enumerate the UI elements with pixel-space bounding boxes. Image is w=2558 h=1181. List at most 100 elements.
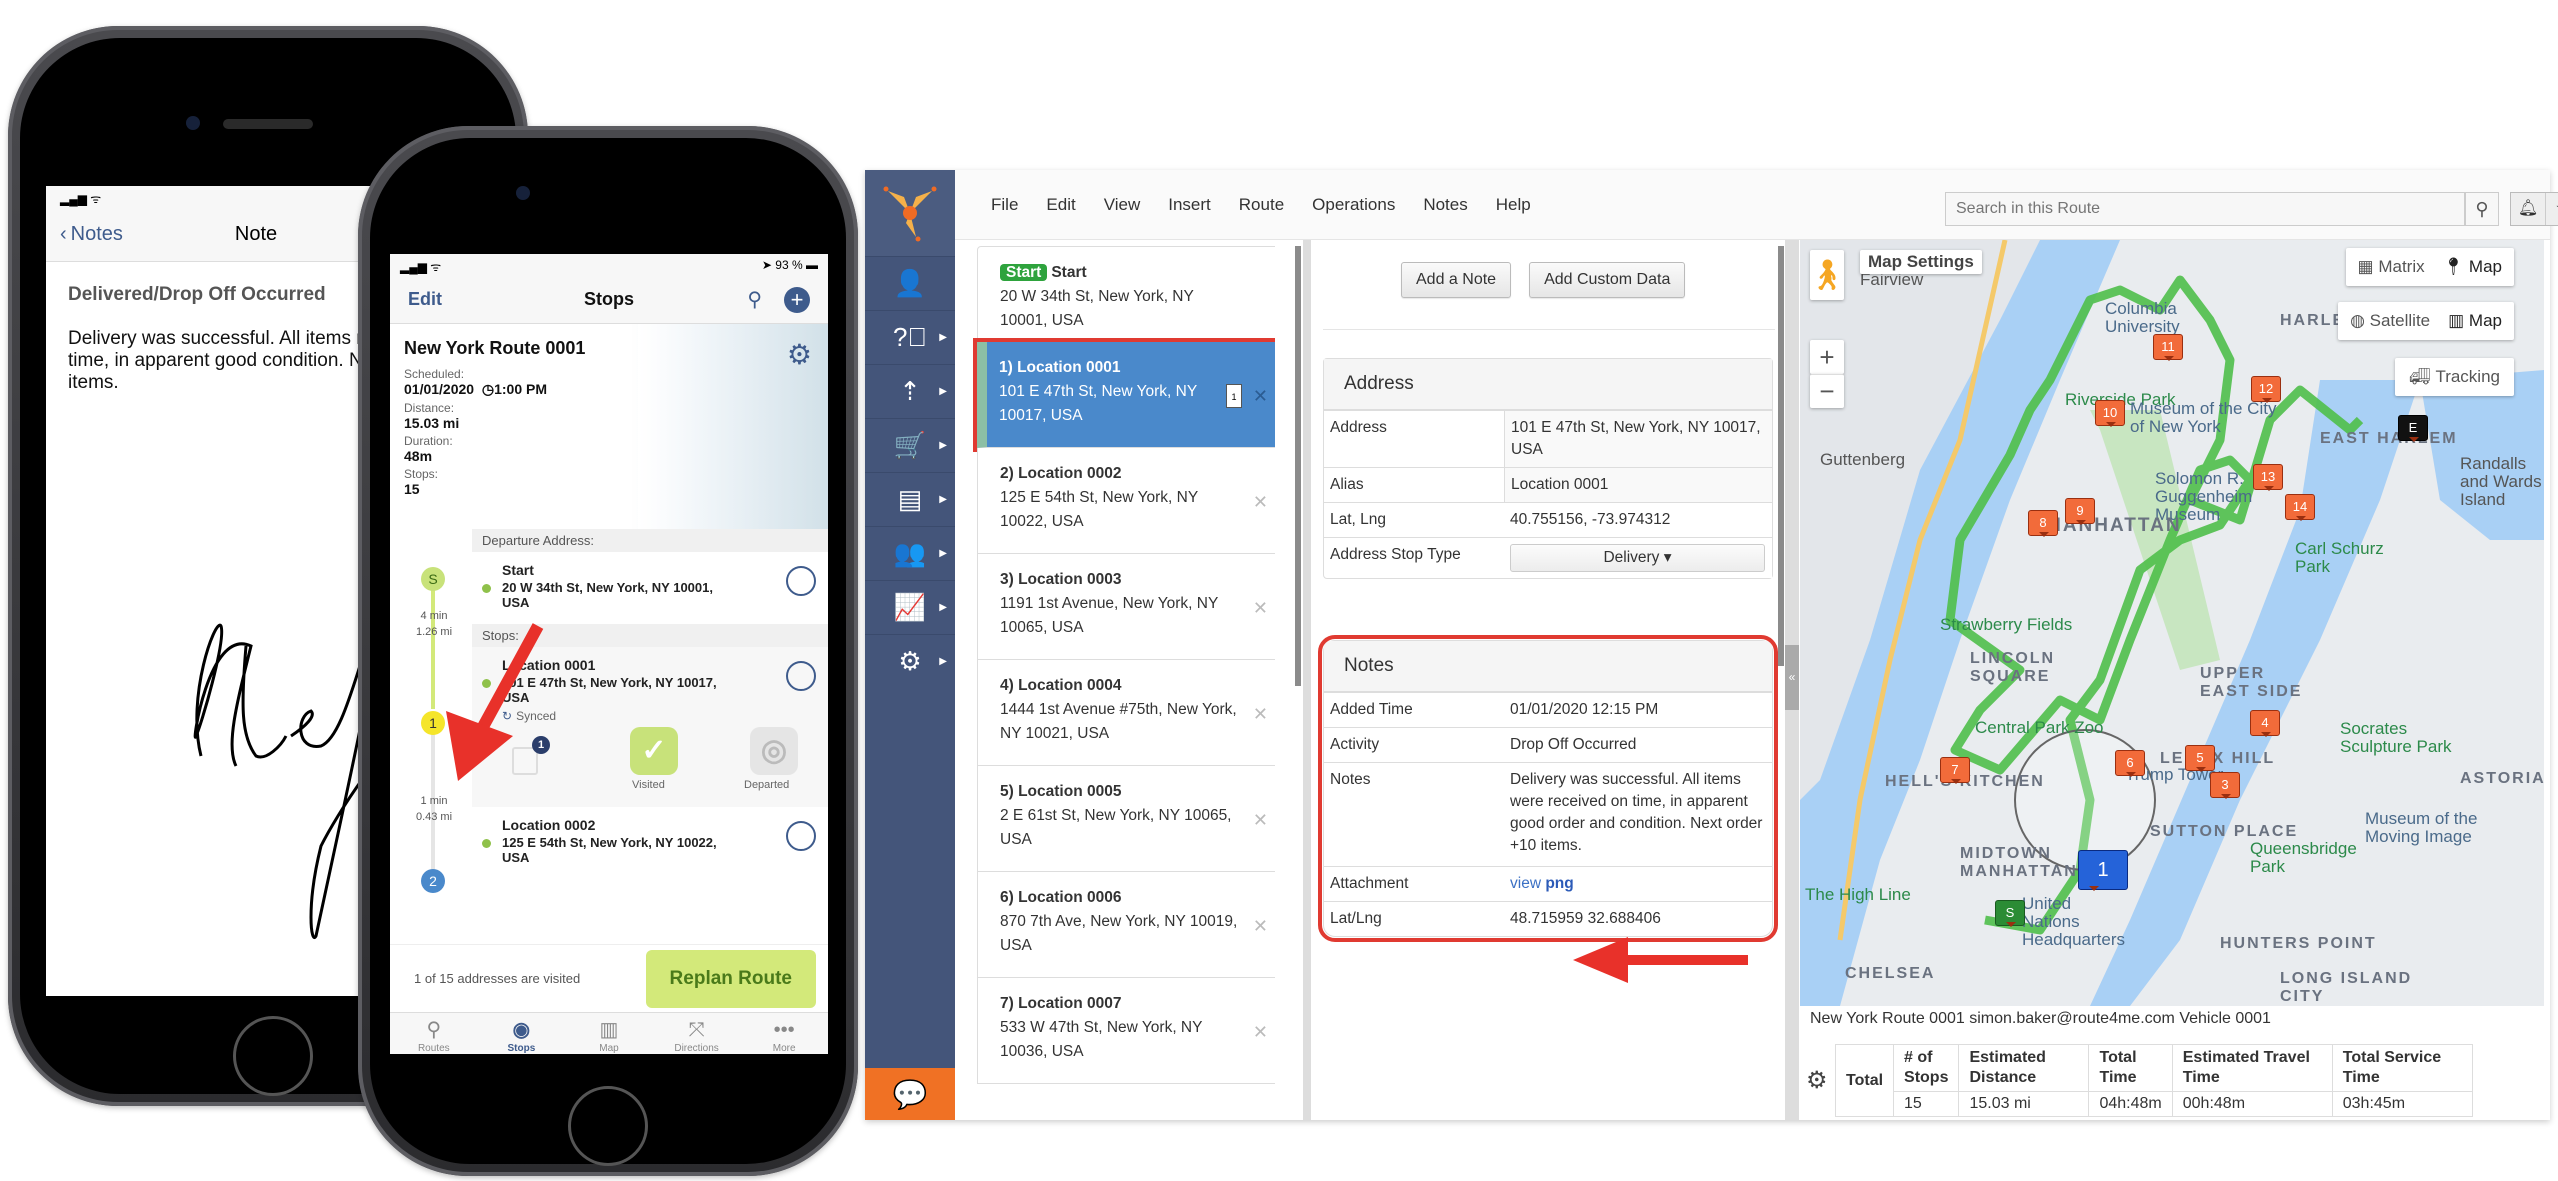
tab-map[interactable]: ▥ Map — [565, 1013, 653, 1054]
menu-edit[interactable]: Edit — [1032, 195, 1089, 215]
remove-stop-icon[interactable]: ✕ — [1253, 596, 1268, 620]
tab-routes[interactable]: ⚲ Routes — [390, 1013, 478, 1054]
tab-directions[interactable]: ⤧ Directions — [653, 1013, 741, 1054]
menu-help[interactable]: Help — [1482, 195, 1545, 215]
map-marker-11[interactable]: 11 — [2153, 334, 2183, 361]
menu-insert[interactable]: Insert — [1154, 195, 1225, 215]
back-button[interactable]: ‹ Notes — [46, 223, 123, 246]
sidebar-item-add-user[interactable]: 👤 — [865, 256, 955, 310]
map-marker-end[interactable]: E — [2398, 415, 2428, 442]
toolbar-buttons: 🔔︎ ★ ϟ — [2510, 192, 2558, 226]
stop-list-scrollbar[interactable] — [1295, 246, 1301, 686]
stop-card-start[interactable]: Start Start 20 W 34th St, New York, NY 10… — [977, 246, 1275, 342]
stop-card-2[interactable]: 2) Location 0002 125 E 54th St, New York… — [977, 448, 1275, 554]
menu-operations[interactable]: Operations — [1298, 195, 1409, 215]
map-marker-13[interactable]: 13 — [2253, 464, 2283, 491]
map-marker-3[interactable]: 3 — [2210, 772, 2240, 799]
sidebar-item-orders[interactable]: 🛒 ▶ — [865, 418, 955, 472]
menu-notes[interactable]: Notes — [1409, 195, 1481, 215]
stop-card-3[interactable]: 3) Location 0003 1191 1st Avenue, New Yo… — [977, 554, 1275, 660]
signal-icon: ▂▄▆ ᯤ — [400, 260, 442, 274]
map-view-button[interactable]: 📍︎ Map — [2443, 257, 2502, 277]
replan-route-button[interactable]: Replan Route — [645, 949, 816, 1008]
map-marker-7[interactable]: 7 — [1940, 757, 1970, 784]
add-note-button[interactable]: Add a Note — [1401, 262, 1512, 298]
remove-stop-icon[interactable]: ✕ — [1253, 808, 1268, 832]
map-settings-button[interactable]: Map Settings — [1860, 250, 1982, 274]
map-marker-start[interactable]: S — [1995, 900, 2025, 927]
home-button[interactable] — [568, 1086, 648, 1166]
caret-right-icon: ▶ — [939, 602, 947, 613]
steering-wheel-icon[interactable] — [786, 566, 816, 596]
map-marker-8[interactable]: 8 — [2028, 510, 2058, 537]
double-chevron-left-icon: « — [1788, 670, 1796, 684]
remove-stop-icon[interactable]: ✕ — [1253, 1020, 1268, 1044]
route-search-input[interactable] — [1945, 192, 2465, 226]
remove-stop-icon[interactable]: ✕ — [1253, 702, 1268, 726]
street-view-pegman[interactable]: 🚶︎ — [1808, 250, 1846, 300]
map-marker-12[interactable]: 12 — [2251, 376, 2281, 403]
gear-icon[interactable]: ⚙ — [787, 338, 812, 371]
sidebar-item-help[interactable]: ?⃝ ▶ — [865, 310, 955, 364]
add-stop-button[interactable]: + — [784, 286, 810, 313]
note-document-icon[interactable]: 1 — [1226, 384, 1242, 408]
search-button[interactable]: ⚲ — [2465, 192, 2499, 226]
notifications-button[interactable]: 🔔︎ — [2511, 193, 2545, 225]
remove-stop-icon[interactable]: ✕ — [1253, 490, 1268, 514]
remove-stop-icon[interactable]: ✕ — [1253, 914, 1268, 938]
search-icon[interactable]: ⚲ — [747, 287, 762, 312]
collapse-panel-button[interactable]: « — [1785, 645, 1799, 710]
stop-card-5[interactable]: 5) Location 0005 2 E 61st St, New York, … — [977, 766, 1275, 872]
steering-wheel-icon[interactable] — [786, 661, 816, 691]
gear-icon[interactable]: ⚙ — [1806, 1066, 1828, 1095]
status-dot — [482, 839, 491, 848]
route-map[interactable]: Fairview Columbia University HARLEM Rive… — [1800, 240, 2544, 1006]
roadmap-button[interactable]: ▥ Map — [2448, 311, 2502, 331]
tab-more[interactable]: ••• More — [740, 1013, 828, 1054]
add-custom-data-button[interactable]: Add Custom Data — [1529, 262, 1686, 298]
edit-button[interactable]: Edit — [408, 289, 442, 310]
stop-card-7[interactable]: 7) Location 0007 533 W 47th St, New York… — [977, 978, 1275, 1084]
stop-row-start[interactable]: Start 20 W 34th St, New York, NY 10001, … — [472, 552, 828, 624]
panel-divider[interactable] — [1303, 240, 1311, 1120]
column-header: Total Service Time — [2331, 1044, 2473, 1092]
tab-stops[interactable]: ◉ Stops — [478, 1013, 566, 1054]
map-marker-9[interactable]: 9 — [2065, 498, 2095, 525]
menu-view[interactable]: View — [1090, 195, 1155, 215]
map-marker-4[interactable]: 4 — [2250, 710, 2280, 737]
sidebar-item-team[interactable]: 👥 ▶ — [865, 526, 955, 580]
map-marker-1-selected[interactable]: 1 — [2078, 850, 2128, 891]
chat-button[interactable]: 💬 — [865, 1068, 955, 1120]
favorites-button[interactable]: ★ — [2545, 193, 2558, 225]
stop-type-dropdown[interactable]: Delivery ▾ — [1510, 544, 1765, 572]
route4me-logo[interactable] — [865, 170, 955, 256]
zoom-in-button[interactable]: + — [1810, 340, 1844, 374]
menu-file[interactable]: File — [955, 195, 1032, 215]
view-attachment-link[interactable]: view png — [1510, 875, 1574, 892]
steering-wheel-icon[interactable] — [786, 821, 816, 851]
map-marker-5[interactable]: 5 — [2185, 745, 2215, 772]
satellite-button[interactable]: ◍ Satellite — [2350, 311, 2430, 331]
tracking-button[interactable]: 🚚︎ Tracking — [2395, 358, 2514, 396]
map-marker-10[interactable]: 10 — [2095, 400, 2125, 427]
visited-button[interactable]: ✓ — [630, 727, 678, 775]
map-marker-6[interactable]: 6 — [2115, 750, 2145, 777]
sidebar-item-settings[interactable]: ⚙ ▶ — [865, 634, 955, 688]
sidebar-item-analytics[interactable]: 📈 ▶ — [865, 580, 955, 634]
stop-card-4[interactable]: 4) Location 0004 1444 1st Avenue #75th, … — [977, 660, 1275, 766]
home-button[interactable] — [233, 1016, 313, 1096]
stop-card-1[interactable]: 1) Location 0001 101 E 47th St, New York… — [973, 338, 1275, 452]
battery-status: ➤ 93 % ▬ — [761, 258, 818, 272]
sidebar-item-routes[interactable]: ⇡ ▶ — [865, 364, 955, 418]
chat-bubbles-icon: 💬 — [892, 1078, 928, 1110]
map-marker-14[interactable]: 14 — [2285, 494, 2315, 521]
matrix-view-button[interactable]: ▦ Matrix — [2358, 257, 2425, 277]
stop-row-2[interactable]: Location 0002 125 E 54th St, New York, N… — [472, 807, 828, 877]
sidebar-item-address-book[interactable]: ▤ ▶ — [865, 472, 955, 526]
stop-card-6[interactable]: 6) Location 0006 870 7th Ave, New York, … — [977, 872, 1275, 978]
departed-button[interactable]: ◎ — [750, 727, 798, 775]
zoom-out-button[interactable]: − — [1810, 374, 1844, 408]
detail-scrollbar[interactable] — [1778, 246, 1784, 666]
menu-route[interactable]: Route — [1225, 195, 1298, 215]
remove-stop-icon[interactable]: ✕ — [1253, 384, 1268, 408]
